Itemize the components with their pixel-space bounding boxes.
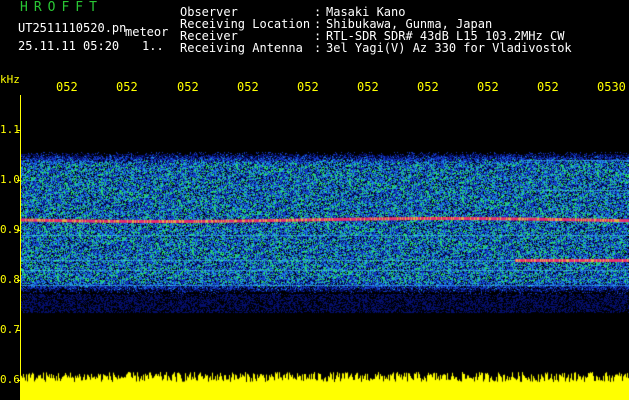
x-tick-label: 052 (56, 80, 78, 94)
x-tick-label: 0530 (597, 80, 626, 94)
x-tick-label: 052 (297, 80, 319, 94)
x-tick-label: 052 (537, 80, 559, 94)
x-tick-label: 052 (116, 80, 138, 94)
y-axis-unit: kHz (0, 73, 20, 86)
observation-kind: meteor (125, 25, 169, 39)
antenna-value: 3el Yagi(V) Az 330 for Vladivostok (326, 41, 572, 55)
app-title: HROFFT (20, 0, 103, 15)
antenna-label: Receiving Antenna (180, 41, 303, 55)
file-name: UT2511110520.pn (18, 21, 127, 35)
signal-level-strip (20, 370, 629, 400)
x-tick-label: 052 (177, 80, 199, 94)
x-tick-label: 052 (477, 80, 499, 94)
x-tick-label: 052 (357, 80, 379, 94)
observation-datetime: 25.11.11 05:20 (18, 39, 120, 53)
antenna-colon: : (314, 41, 322, 55)
x-tick-label: 052 (237, 80, 259, 94)
spectrogram-waterfall (20, 95, 629, 370)
observation-extra: 1.. (142, 39, 164, 53)
y-axis-line (20, 95, 21, 400)
x-tick-label: 052 (417, 80, 439, 94)
